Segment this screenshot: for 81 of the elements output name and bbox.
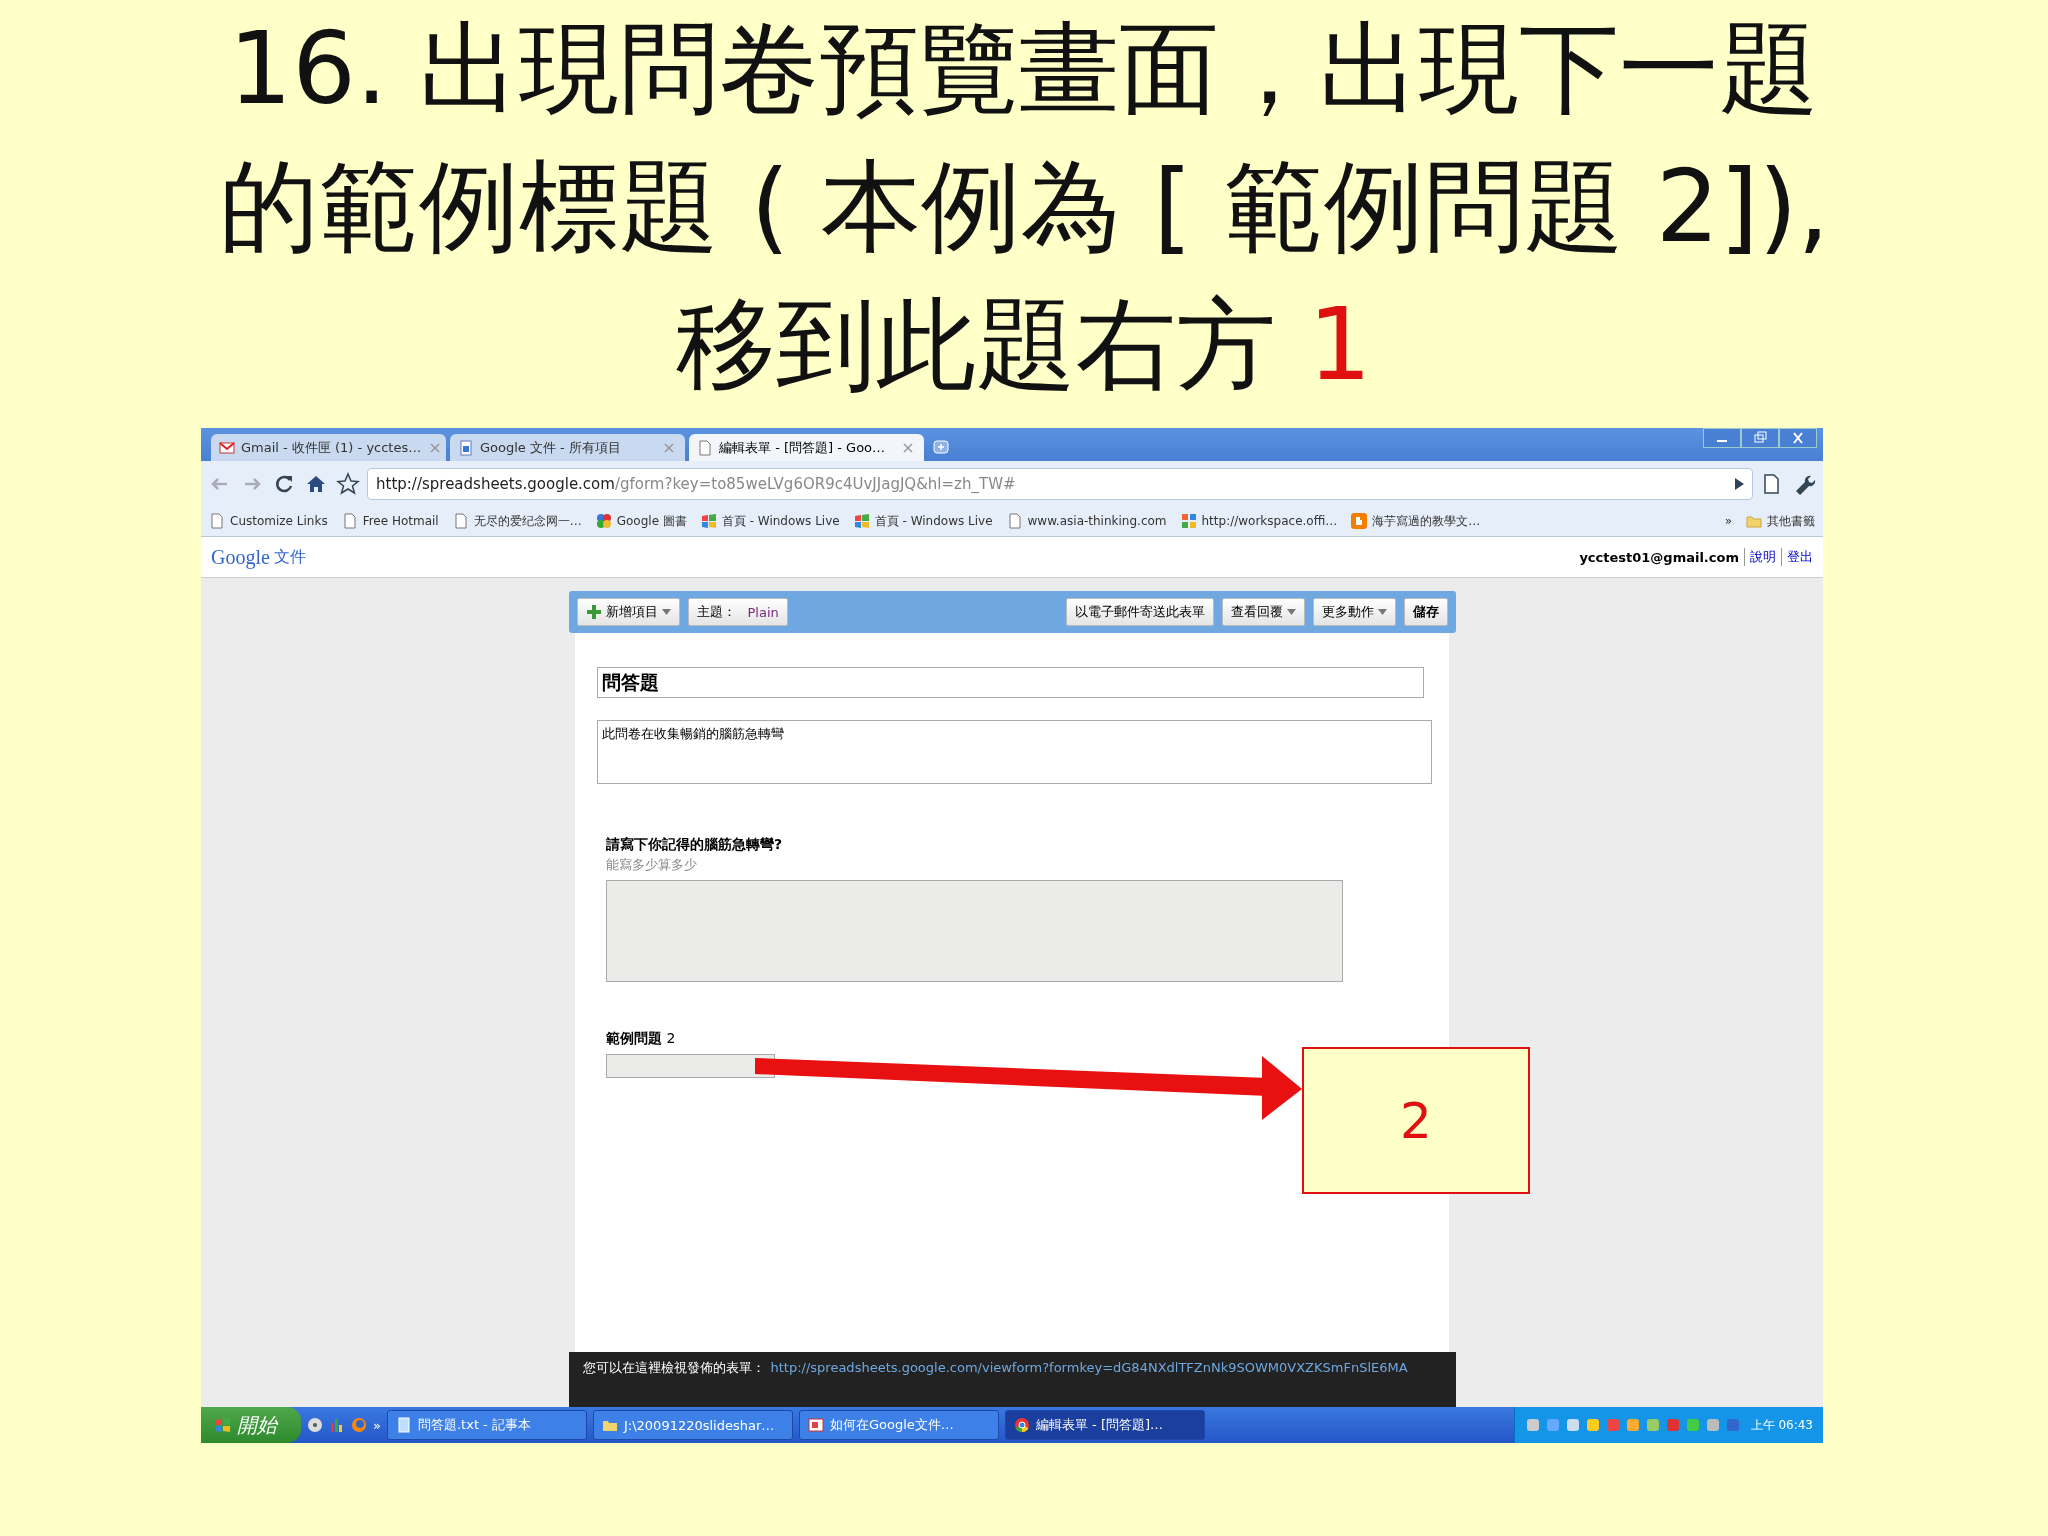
question-help: 能寫多少算多少 (606, 856, 698, 874)
tray-icon[interactable] (1664, 1417, 1681, 1433)
notepad-icon (395, 1417, 412, 1433)
taskbar-button[interactable]: 如何在Google文件… (798, 1410, 999, 1440)
google-logo: Google (211, 545, 270, 569)
star-icon[interactable] (335, 470, 361, 497)
page-icon (697, 439, 713, 456)
plus-icon (585, 604, 602, 620)
restore-icon[interactable] (1741, 428, 1779, 448)
quick-launch-more[interactable]: » (373, 1417, 381, 1433)
page-icon (341, 513, 358, 529)
other-bookmarks[interactable]: 其他書籤 (1746, 512, 1815, 530)
tray-icon[interactable] (1724, 1417, 1741, 1433)
callout-number: 2 (1400, 1091, 1432, 1150)
question-title: 範例問題 2 (606, 1030, 677, 1048)
windows-flag-icon (853, 513, 870, 529)
browser-tab[interactable]: 編輯表單 - [問答題] - Goo… (689, 434, 924, 461)
slide-title: 的範例標題 ( 本例為 [ 範例問題 2]), (218, 147, 1830, 267)
folder-icon (1746, 513, 1762, 529)
browser-tab[interactable]: Gmail - 收件匣 (1) - ycctes… (211, 434, 446, 461)
bookmark[interactable]: http://workspace.offi… (1180, 513, 1338, 529)
add-item-button[interactable]: 新增項目 (576, 598, 680, 626)
page-icon (209, 513, 225, 529)
save-button[interactable]: 儲存 (1403, 598, 1448, 626)
more-bookmarks[interactable]: » (1724, 514, 1732, 528)
user-email: ycctest01@gmail.com (1579, 549, 1739, 565)
caret-icon (1377, 609, 1387, 615)
product-name: 文件 (273, 546, 306, 568)
mail-icon (219, 439, 235, 456)
page-icon (452, 513, 469, 529)
start-button[interactable]: 開始 (201, 1407, 301, 1443)
bookmark[interactable]: www.asia-thinking.com (1006, 513, 1167, 529)
bookmark[interactable]: Free Hotmail (341, 513, 439, 529)
browser-icon (1013, 1417, 1030, 1433)
media-icon[interactable] (307, 1417, 323, 1433)
taskbar-button[interactable]: J:\20091220slideshar… (592, 1410, 793, 1440)
taskbar-button[interactable]: 問答題.txt - 記事本 (386, 1410, 587, 1440)
bookmark[interactable]: Customize Links (209, 513, 328, 529)
tray-icon[interactable] (1624, 1417, 1641, 1433)
slide-title: 16. 出現問卷預覽畫面，出現下一題 (228, 9, 1820, 129)
tray-icon[interactable] (1564, 1417, 1581, 1433)
slides-icon (807, 1417, 824, 1433)
form-description-field[interactable]: 此問卷在收集暢銷的腦筋急轉彎 (597, 720, 1432, 784)
windows-flag-icon (700, 513, 717, 529)
menu-button[interactable]: 更多動作 (1312, 598, 1396, 626)
caret-icon (661, 609, 671, 615)
bookmark[interactable]: 无尽的爱纪念网一… (452, 512, 582, 530)
caret-icon (1286, 609, 1296, 615)
bookmark[interactable]: 首頁 - Windows Live (853, 512, 993, 530)
document-icon (458, 439, 474, 456)
browser-tab[interactable]: Google 文件 - 所有項目 (450, 434, 685, 461)
publish-text: 您可以在這裡檢視發佈的表單： (582, 1360, 765, 1375)
email-form-button[interactable]: 以電子郵件寄送此表單 (1065, 598, 1214, 626)
tray-icon[interactable] (1584, 1417, 1601, 1433)
bookmark[interactable]: 海芋寫過的教學文… (1351, 512, 1481, 530)
header-link[interactable]: 說明 (1744, 548, 1776, 566)
tray-icon[interactable] (1704, 1417, 1721, 1433)
bookmark[interactable]: Google 圖書 (595, 512, 687, 530)
form-link[interactable]: http://spreadsheets.google.com/viewform?formkey=dG84NXdlTFZnNk9SOWM0VXZKSmFnSlE6MA (770, 1360, 1408, 1375)
answer-box[interactable] (606, 880, 1343, 982)
minimize-icon[interactable] (1703, 428, 1741, 448)
tray-icon[interactable] (1544, 1417, 1561, 1433)
slide-title: 移到此題右方 1 (676, 285, 1372, 405)
question-title: 請寫下你記得的腦筋急轉彎? (606, 836, 784, 854)
menu-button[interactable]: 查看回覆 (1221, 598, 1305, 626)
address-field[interactable]: http://spreadsheets.google.com/gform?key=to85weLVg6OR9c4UvJJagJQ&hl=zh_TW# (367, 467, 1753, 500)
tray-icon[interactable] (1684, 1417, 1701, 1433)
windows-flag-icon (215, 1417, 231, 1433)
form-title-field[interactable]: 問答題 (597, 667, 1424, 698)
chart-icon[interactable] (329, 1417, 345, 1433)
bookmark[interactable]: 首頁 - Windows Live (700, 512, 840, 530)
tray-icon[interactable] (1644, 1417, 1661, 1433)
close-icon[interactable] (1779, 428, 1817, 448)
tray-icon[interactable] (1524, 1417, 1541, 1433)
answer-field[interactable] (606, 1054, 775, 1078)
clock: 上午 06:43 (1750, 1416, 1813, 1434)
header-link[interactable]: 登出 (1781, 548, 1813, 566)
taskbar-button[interactable]: 編輯表單 - [問答題]… (1004, 1410, 1205, 1440)
tray-icon[interactable] (1604, 1417, 1621, 1433)
theme-button[interactable]: 主題： Plain (687, 598, 788, 626)
page-icon (1006, 513, 1023, 529)
